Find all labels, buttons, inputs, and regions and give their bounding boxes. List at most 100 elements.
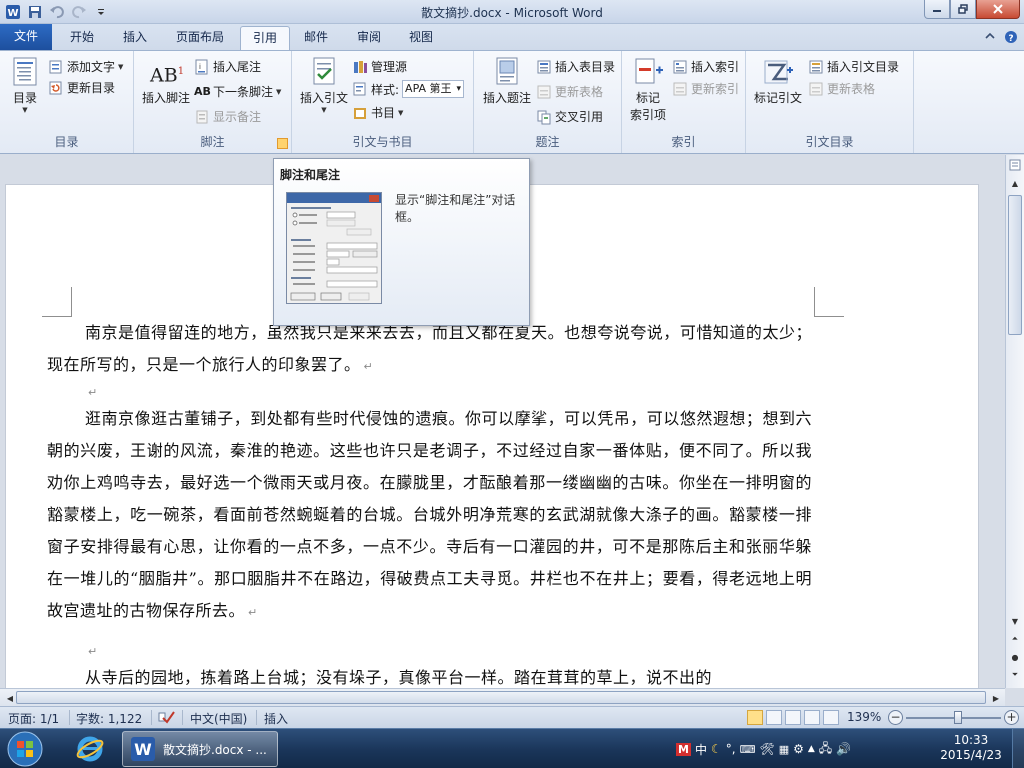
insert-toa-label: 插入引文目录 — [827, 60, 900, 74]
manage-sources-button[interactable]: 管理源 — [352, 58, 407, 75]
status-separator — [151, 710, 152, 725]
network-icon[interactable]: 🖧 — [819, 739, 832, 760]
mark-entry-button[interactable]: 标记 索引项 — [628, 55, 668, 123]
ime-mode[interactable]: 中 — [695, 741, 707, 758]
paragraph-1[interactable]: 南京是值得留连的地方，虽然我只是来来去去，而且又都在夏天。也想夸说夸说，可惜知道… — [47, 317, 812, 383]
chevron-up-icon[interactable] — [984, 30, 996, 47]
paragraph-2[interactable]: 逛南京像逛古董铺子，到处都有些时代侵蚀的遗痕。你可以摩挲，可以凭吊，可以悠然遐想… — [47, 403, 812, 629]
tool-icon[interactable]: 🛠 — [759, 742, 774, 756]
horizontal-scroll-thumb[interactable] — [16, 691, 986, 704]
next-page-icon[interactable]: ⏷ — [1007, 667, 1023, 683]
zoom-out-button[interactable]: − — [888, 710, 903, 725]
horizontal-scrollbar[interactable]: ◀ ▶ — [0, 688, 1005, 706]
settings-icon[interactable]: ⚙ — [793, 742, 804, 756]
punctuation-mode[interactable]: °, — [726, 742, 736, 756]
update-index-label: 更新索引 — [691, 82, 740, 96]
footnote-superscript: 1 — [177, 66, 185, 77]
tab-page-layout[interactable]: 页面布局 — [164, 26, 236, 50]
tab-home[interactable]: 开始 — [58, 26, 106, 50]
ribbon-tab-bar: 文件 开始 插入 页面布局 引用 邮件 审阅 视图 ? — [0, 24, 1024, 50]
ime-m-icon[interactable]: M — [676, 742, 691, 756]
group-label-toc: 目录 — [54, 135, 79, 149]
update-toa-button[interactable]: 更新表格 — [808, 80, 875, 97]
cross-reference-button[interactable]: 交叉引用 — [536, 108, 603, 125]
tab-view[interactable]: 视图 — [397, 26, 445, 50]
close-button[interactable] — [976, 0, 1020, 19]
taskbar-ie[interactable] — [64, 731, 116, 767]
clock-time: 10:33 — [953, 733, 989, 747]
style-dropdown[interactable]: APA 第王 — [402, 80, 465, 98]
insert-toa-button[interactable]: 插入引文目录 — [808, 58, 899, 75]
vertical-scrollbar[interactable]: ▲ ▼ ⏶ ● ⏷ — [1005, 155, 1024, 688]
show-notes-button[interactable]: 显示备注 — [194, 108, 261, 125]
tab-review[interactable]: 审阅 — [345, 26, 393, 50]
insert-citation-button[interactable]: 插入引文 ▼ — [298, 55, 350, 114]
vertical-scroll-thumb[interactable] — [1008, 195, 1022, 335]
paragraph-3[interactable]: 从寺后的园地，拣着路上台城；没有垛子，真像平台一样。踏在茸茸的草上，说不出的 — [47, 662, 812, 688]
table-of-contents-icon — [13, 57, 37, 86]
select-browse-object-icon[interactable]: ● — [1007, 649, 1023, 665]
taskbar-word-window[interactable]: W 散文摘抄.docx - ... — [122, 731, 278, 767]
tab-file[interactable]: 文件 — [0, 24, 52, 50]
insert-mode-indicator[interactable]: 插入 — [264, 710, 288, 727]
print-layout-view-icon[interactable] — [747, 710, 763, 725]
scroll-up-icon[interactable]: ▲ — [1007, 175, 1023, 191]
tab-references[interactable]: 引用 — [240, 26, 291, 50]
bibliography-button[interactable]: 书目 ▼ — [352, 104, 403, 121]
update-table-button[interactable]: 更新表格 — [536, 83, 603, 100]
group-table-of-authorities: 标记引文 插入引文目录 更新表格 引文目录 — [746, 51, 914, 153]
ruler-toggle-icon[interactable] — [1007, 157, 1023, 173]
cross-reference-label: 交叉引用 — [555, 110, 604, 124]
page-indicator[interactable]: 页面: 1/1 — [8, 710, 59, 727]
skin-icon[interactable]: ▦ — [779, 743, 789, 756]
scroll-right-icon[interactable]: ▶ — [988, 690, 1004, 706]
status-separator — [182, 710, 183, 725]
restore-button[interactable] — [950, 0, 976, 19]
language-indicator[interactable]: 中文(中国) — [190, 710, 247, 727]
tab-mailings[interactable]: 邮件 — [292, 26, 340, 50]
insert-footnote-button[interactable]: AB1 插入脚注 — [139, 55, 193, 106]
minimize-button[interactable] — [924, 0, 950, 19]
zoom-slider-thumb[interactable] — [954, 711, 962, 724]
show-notes-label: 显示备注 — [213, 110, 262, 124]
outline-view-icon[interactable] — [804, 710, 820, 725]
help-icon[interactable]: ? — [1004, 30, 1018, 47]
insert-endnote-button[interactable]: i 插入尾注 — [194, 58, 261, 75]
zoom-in-button[interactable]: + — [1004, 710, 1019, 725]
insert-table-of-figures-label: 插入表目录 — [555, 60, 616, 74]
draft-view-icon[interactable] — [823, 710, 839, 725]
insert-endnote-label: 插入尾注 — [213, 60, 262, 74]
start-button[interactable] — [3, 729, 47, 768]
title-bar: W 散文摘抄.docx - Microsoft Word — [0, 0, 1024, 24]
citation-style-selector[interactable]: 样式: APA 第王 — [352, 80, 465, 98]
proofing-icon[interactable] — [157, 710, 175, 727]
scroll-down-icon[interactable]: ▼ — [1007, 613, 1023, 629]
half-width-moon-icon[interactable]: ☾ — [711, 742, 722, 756]
toc-button[interactable]: 目录 ▼ — [8, 55, 42, 114]
group-citations: 插入引文 ▼ 管理源 样式: APA 第王 书目 ▼ 引文与书目 — [292, 51, 474, 153]
paragraph-3-text: 从寺后的园地，拣着路上台城；没有垛子，真像平台一样。踏在茸茸的草上，说不出的 — [85, 668, 713, 687]
insert-caption-button[interactable]: 插入题注 — [478, 55, 536, 106]
next-footnote-button[interactable]: AB 下一条脚注 ▼ — [194, 83, 281, 100]
status-separator — [69, 710, 70, 725]
update-toa-label: 更新表格 — [827, 82, 876, 96]
add-text-button[interactable]: 添加文字 ▼ — [48, 58, 123, 75]
web-layout-view-icon[interactable] — [785, 710, 801, 725]
tray-overflow-icon[interactable]: ▲ — [808, 744, 815, 754]
show-desktop-button[interactable] — [1012, 729, 1024, 768]
update-toc-button[interactable]: 更新目录 — [48, 79, 115, 96]
mark-citation-button[interactable]: 标记引文 — [752, 55, 804, 106]
word-count[interactable]: 字数: 1,122 — [76, 710, 142, 727]
system-clock[interactable]: 10:33 2015/4/23 — [936, 733, 1006, 763]
zoom-level[interactable]: 139% — [847, 710, 881, 724]
update-toa-icon — [809, 82, 823, 95]
volume-icon[interactable]: 🔊 — [836, 742, 851, 756]
insert-index-button[interactable]: 插入索引 — [672, 58, 739, 75]
update-index-button[interactable]: 更新索引 — [672, 80, 739, 97]
full-screen-reading-view-icon[interactable] — [766, 710, 782, 725]
footnote-dialog-launcher[interactable] — [277, 138, 288, 149]
insert-table-of-figures-button[interactable]: 插入表目录 — [536, 58, 615, 75]
keyboard-icon[interactable]: ⌨ — [740, 743, 756, 756]
tab-insert[interactable]: 插入 — [111, 26, 159, 50]
previous-page-icon[interactable]: ⏶ — [1007, 631, 1023, 647]
